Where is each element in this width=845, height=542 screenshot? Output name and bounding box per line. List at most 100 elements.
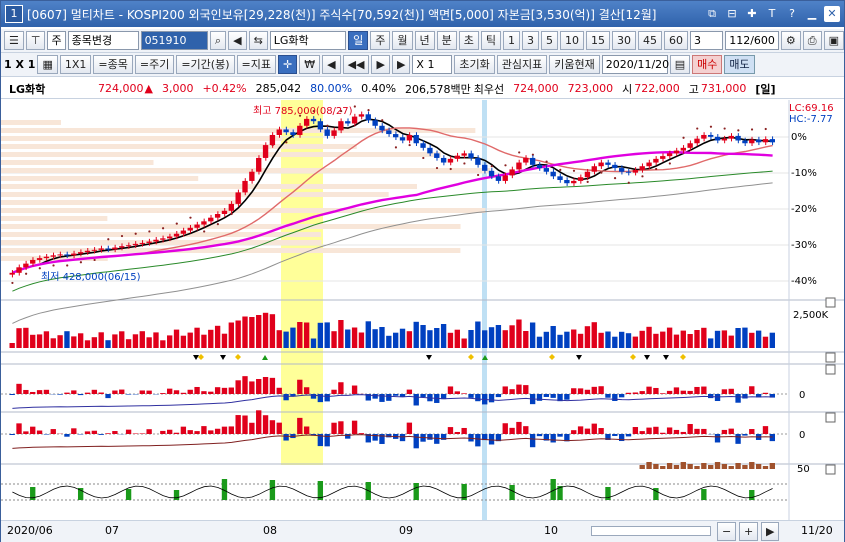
candle-body — [57, 254, 63, 256]
calendar-icon[interactable]: ▤ — [669, 55, 691, 74]
close-panel-icon[interactable] — [825, 352, 836, 363]
close-icon[interactable]: ✕ — [824, 6, 840, 22]
volume-bar — [262, 312, 269, 348]
volume-profile-bar — [1, 128, 476, 133]
close-panel-icon[interactable] — [825, 464, 836, 475]
date-input[interactable]: 2020/11/20 — [601, 55, 669, 74]
y-tick-20: -20% — [791, 204, 817, 215]
market-select[interactable]: 주 — [47, 31, 66, 50]
period-week[interactable]: 주 — [370, 31, 391, 50]
nav-first-button[interactable]: ◀ — [322, 55, 341, 74]
save-icon[interactable]: ▣ — [823, 31, 844, 50]
grid-icon[interactable]: ▦ — [37, 55, 58, 74]
close-panel-icon[interactable] — [825, 364, 836, 375]
scroll-end-icon[interactable]: ▶ — [761, 522, 780, 541]
zoom-out-icon[interactable]: − — [717, 522, 737, 541]
indicator-link-button[interactable]: =지표 — [236, 55, 276, 74]
osc3-bar — [509, 485, 515, 500]
osc-bar — [728, 388, 734, 394]
period-day[interactable]: 일 — [348, 31, 369, 50]
osc-bar — [632, 392, 639, 394]
nav-prev-button[interactable]: ◀◀ — [342, 55, 370, 74]
crosshair-icon[interactable]: ✛ — [277, 55, 298, 74]
period-link-button[interactable]: =주기 — [134, 55, 175, 74]
text-icon[interactable]: T — [764, 6, 780, 22]
print-icon[interactable]: ⎙ — [802, 31, 822, 50]
sar-dot — [641, 175, 644, 178]
settings-icon[interactable]: ⚙ — [780, 31, 801, 50]
osc-bar — [201, 391, 207, 394]
help-icon[interactable]: ? — [784, 6, 800, 22]
interval-5[interactable]: 5 — [541, 31, 559, 50]
period-tick[interactable]: 틱 — [480, 31, 502, 50]
scrollbar[interactable] — [591, 526, 711, 536]
interval-1[interactable]: 1 — [503, 31, 521, 50]
candle-body — [262, 145, 269, 158]
interval-45[interactable]: 45 — [638, 31, 663, 50]
period-second[interactable]: 초 — [458, 31, 479, 50]
range-link-button[interactable]: =기간(봉) — [176, 55, 235, 74]
osc-bar — [639, 431, 645, 434]
interval-15[interactable]: 15 — [586, 31, 611, 50]
period-year[interactable]: 년 — [414, 31, 435, 50]
osc-bar — [461, 427, 467, 434]
search-icon[interactable]: ⌕ — [209, 31, 227, 50]
interest-indicator-button[interactable]: 관심지표 — [496, 55, 548, 74]
stock-chart[interactable]: 0% -10% -20% -30% -40% LC:69.16 HC:-7.77… — [1, 100, 844, 520]
osc3-top-bar — [749, 462, 755, 469]
interval-60[interactable]: 60 — [664, 31, 689, 50]
candle-body — [550, 171, 556, 177]
reset-button[interactable]: 초기화 — [454, 55, 495, 74]
osc-bar — [303, 426, 310, 434]
osc-bar — [680, 390, 686, 394]
swap-icon[interactable]: ⇆ — [248, 31, 268, 50]
speaker-icon[interactable]: ◀ — [228, 31, 247, 50]
zoom-in-icon[interactable]: + — [739, 522, 759, 541]
ratio-button[interactable]: 1X1 — [59, 55, 92, 74]
close-panel-icon[interactable] — [825, 412, 836, 423]
menu-icon[interactable]: ☰ — [4, 31, 24, 50]
osc-bar — [125, 429, 132, 434]
buy-button[interactable]: 매수 — [692, 55, 723, 74]
stock-link-button[interactable]: =종목 — [93, 55, 133, 74]
candle-body — [139, 242, 145, 244]
volume-bar — [77, 333, 84, 348]
period-minute[interactable]: 분 — [436, 31, 457, 50]
stock-name-field[interactable]: LG화학 — [269, 31, 347, 50]
candle-body — [646, 162, 652, 167]
candle-body — [571, 180, 577, 184]
pin-icon[interactable]: ⊤ — [25, 31, 46, 50]
osc-bar — [235, 415, 241, 434]
period-month[interactable]: 월 — [392, 31, 413, 50]
stock-change-select[interactable]: 종목변경 — [67, 31, 139, 50]
restore-icon[interactable]: ⧉ — [704, 6, 720, 22]
interval-3[interactable]: 3 — [522, 31, 540, 50]
minimize-icon[interactable]: ▁ — [804, 6, 820, 22]
grid-label[interactable]: 1 X 1 — [4, 58, 35, 71]
interval-10[interactable]: 10 — [560, 31, 585, 50]
candle-body — [50, 255, 56, 257]
volume-bar — [427, 330, 433, 348]
won-icon[interactable]: ₩ — [299, 55, 321, 74]
volume-bar — [228, 322, 234, 348]
count-input[interactable]: 112/600 — [725, 31, 779, 50]
volume-profile-bar — [1, 152, 441, 157]
nav-next-button[interactable]: ▶ — [371, 55, 390, 74]
candle-body — [461, 153, 467, 156]
sell-button[interactable]: 매도 — [724, 55, 755, 74]
kiwoom-current-button[interactable]: 키움현재 — [549, 55, 600, 74]
add-icon[interactable]: ✚ — [744, 6, 760, 22]
stock-code-input[interactable]: 051910 — [140, 31, 208, 50]
zoom-select[interactable]: X 1 — [412, 55, 453, 74]
osc-bar — [721, 389, 728, 394]
osc-bar — [625, 434, 632, 437]
interval-30[interactable]: 30 — [612, 31, 637, 50]
close-panel-icon[interactable] — [825, 297, 836, 308]
interval-input[interactable]: 3 — [690, 31, 724, 50]
volume-bar — [625, 333, 632, 348]
layout-icon[interactable]: ⊟ — [724, 6, 740, 22]
nav-last-button[interactable]: ▶ — [391, 55, 411, 74]
osc-bar — [30, 391, 36, 394]
osc-bar — [98, 392, 104, 394]
current-price: 724,000 — [98, 82, 144, 95]
